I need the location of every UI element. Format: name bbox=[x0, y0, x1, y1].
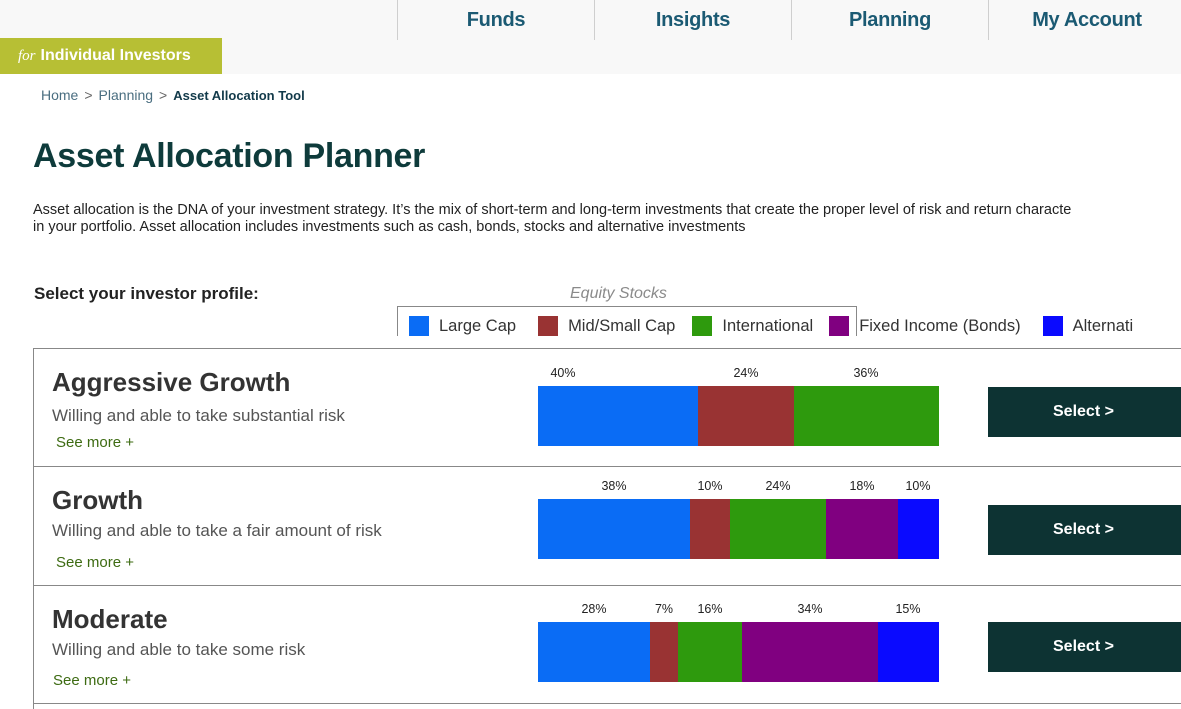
bar-segment bbox=[826, 499, 899, 559]
bar-segment bbox=[538, 622, 651, 682]
bar-data-label: 10% bbox=[697, 479, 723, 493]
intro-text: Asset allocation is the DNA of your inve… bbox=[33, 202, 1181, 236]
bar-segment bbox=[698, 386, 795, 446]
nav-my-account[interactable]: My Account bbox=[988, 0, 1181, 40]
page-title: Asset Allocation Planner bbox=[33, 137, 426, 175]
legend-swatch bbox=[1042, 316, 1063, 336]
legend-item: Large Cap bbox=[409, 316, 516, 336]
legend-swatch bbox=[692, 316, 713, 336]
intro-line-1: Asset allocation is the DNA of your inve… bbox=[33, 202, 1072, 218]
audience-badge[interactable]: for Individual Investors bbox=[0, 38, 222, 74]
profile-name: Moderate bbox=[52, 604, 168, 634]
select-profile-button[interactable]: Select > bbox=[988, 622, 1181, 672]
bar-data-label: 18% bbox=[849, 479, 875, 493]
select-profile-button[interactable]: Select > bbox=[988, 387, 1181, 437]
equity-stocks-label: Equity Stocks bbox=[570, 285, 667, 302]
bar-segment bbox=[650, 622, 679, 682]
see-more-link[interactable]: See more + bbox=[53, 672, 131, 689]
audience-label: Individual Investors bbox=[40, 47, 191, 64]
nav-planning[interactable]: Planning bbox=[791, 0, 988, 40]
main-nav: Funds Insights Planning My Account bbox=[397, 0, 1181, 40]
allocation-bar: 38% 10% 24% 18% 10% bbox=[538, 479, 939, 559]
bar-data-label: 34% bbox=[797, 602, 823, 616]
allocation-bar: 40% 24% 36% bbox=[538, 366, 939, 446]
allocation-bar: 28% 7% 16% 34% 15% bbox=[538, 602, 939, 682]
see-more-link[interactable]: See more + bbox=[56, 554, 134, 571]
legend-item: International bbox=[692, 316, 813, 336]
bar-segment bbox=[794, 386, 939, 446]
bar-segment bbox=[898, 499, 939, 559]
bar-data-label: 38% bbox=[601, 479, 627, 493]
legend-label: Large Cap bbox=[439, 316, 517, 335]
breadcrumb-home[interactable]: Home bbox=[41, 87, 78, 103]
bar-data-label: 7% bbox=[654, 602, 674, 616]
nav-funds[interactable]: Funds bbox=[397, 0, 594, 40]
bar-data-label: 15% bbox=[895, 602, 921, 616]
legend-item: Alternati bbox=[1042, 316, 1134, 336]
bar-data-label: 28% bbox=[581, 602, 607, 616]
bar-segment bbox=[878, 622, 939, 682]
profile-name: Growth bbox=[52, 485, 143, 515]
breadcrumb-current: Asset Allocation Tool bbox=[173, 88, 305, 103]
bar-segment bbox=[538, 499, 691, 559]
legend-item: Fixed Income (Bonds) bbox=[829, 316, 1021, 336]
bar-data-label: 40% bbox=[550, 366, 576, 380]
profile-row: Aggressive Growth Willing and able to tak… bbox=[34, 349, 1181, 467]
bar-data-label: 24% bbox=[765, 479, 791, 493]
legend-label: International bbox=[722, 316, 814, 335]
chart-legend: Large Cap Mid/Small Cap International Fixed… bbox=[409, 316, 1155, 336]
intro-line-2: in your portfolio. Asset allocation incl… bbox=[33, 219, 746, 235]
audience-prefix: for bbox=[18, 47, 36, 64]
profile-description: Willing and able to take a fair amount o… bbox=[52, 521, 382, 540]
bar-segment bbox=[678, 622, 743, 682]
legend-swatch bbox=[829, 316, 850, 336]
bar-segment bbox=[690, 499, 731, 559]
bar-segment bbox=[742, 622, 879, 682]
breadcrumb-separator: > bbox=[159, 87, 168, 103]
see-more-link[interactable]: See more + bbox=[56, 434, 134, 451]
bar-data-label: 10% bbox=[905, 479, 931, 493]
profile-description: Willing and able to take substantial ris… bbox=[52, 406, 345, 425]
legend-label: Mid/Small Cap bbox=[568, 316, 676, 335]
top-bar: Funds Insights Planning My Account for I… bbox=[0, 0, 1181, 74]
breadcrumb: Home > Planning > Asset Allocation Tool bbox=[41, 87, 305, 103]
profile-row: Growth Willing and able to take a fair am… bbox=[34, 467, 1181, 586]
legend-swatch bbox=[409, 316, 429, 336]
breadcrumb-separator: > bbox=[84, 87, 93, 103]
profile-name: Aggressive Growth bbox=[52, 367, 291, 397]
bar-segment bbox=[538, 386, 699, 446]
bar-data-label: 24% bbox=[733, 366, 759, 380]
profile-row: Moderate Willing and able to take some ri… bbox=[34, 586, 1181, 704]
bar-data-label: 16% bbox=[697, 602, 723, 616]
legend-label: Fixed Income (Bonds) bbox=[859, 316, 1021, 335]
breadcrumb-planning[interactable]: Planning bbox=[99, 87, 154, 103]
bar-segment bbox=[730, 499, 827, 559]
profile-description: Willing and able to take some risk bbox=[52, 640, 306, 659]
legend-swatch bbox=[538, 316, 559, 336]
legend-item: Mid/Small Cap bbox=[538, 316, 675, 336]
bar-data-label: 36% bbox=[853, 366, 879, 380]
profile-selector-label: Select your investor profile: bbox=[34, 284, 259, 303]
profile-list: Aggressive Growth Willing and able to tak… bbox=[33, 348, 1181, 709]
legend-label: Alternati bbox=[1072, 316, 1134, 335]
select-profile-button[interactable]: Select > bbox=[988, 505, 1181, 555]
nav-insights[interactable]: Insights bbox=[594, 0, 791, 40]
